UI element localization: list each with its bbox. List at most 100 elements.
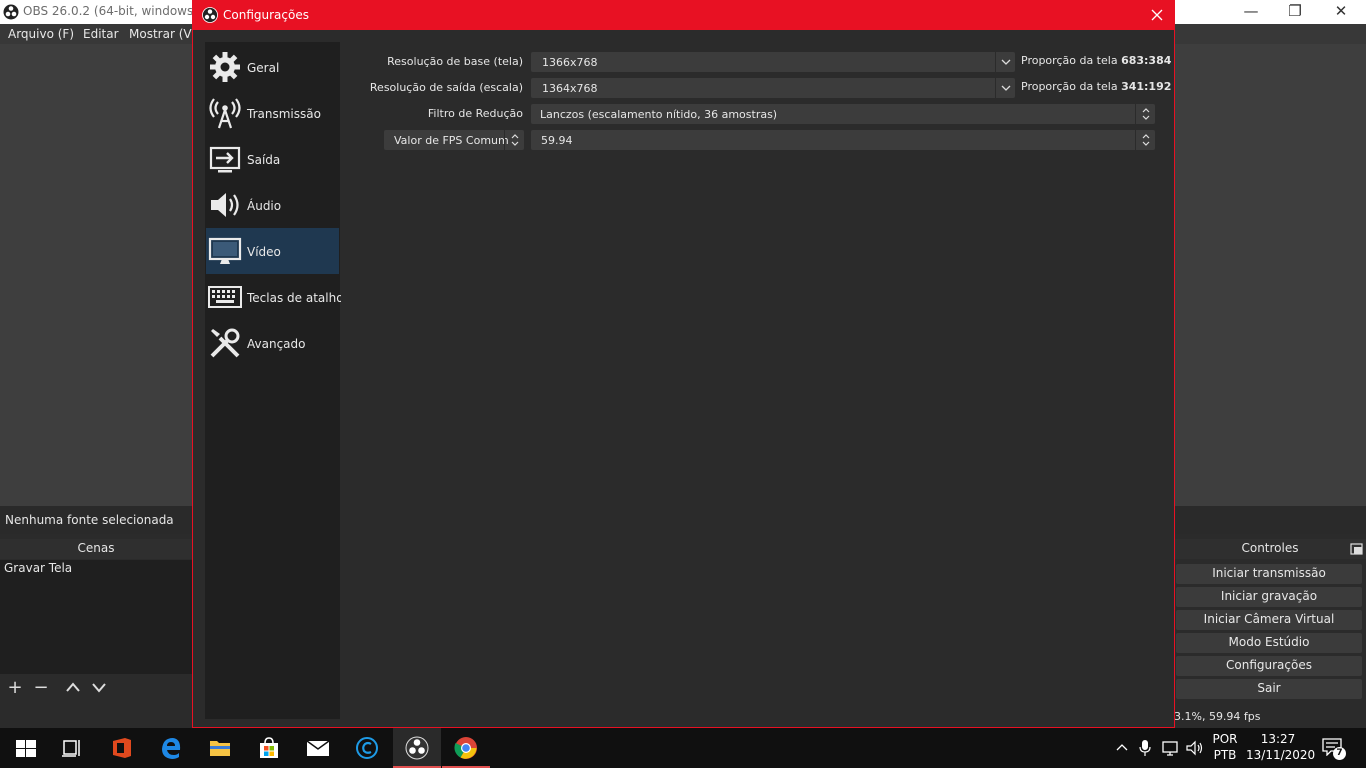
edge-icon (162, 738, 181, 759)
settings-sidebar: Geral Transmissão Saída Áudio Vídeo Tecl… (205, 42, 344, 719)
input-language[interactable]: POR PTB (1208, 732, 1242, 762)
nav-item-general[interactable]: Geral (206, 44, 339, 90)
chevron-down-icon (995, 52, 1015, 72)
nav-item-advanced[interactable]: Avançado (206, 320, 339, 366)
mail-icon (306, 740, 330, 756)
close-icon (1151, 9, 1163, 21)
window-close-button[interactable]: ✕ (1318, 0, 1364, 24)
chrome-icon (454, 737, 477, 759)
taskbar: POR PTB 13:27 13/11/2020 7 (0, 728, 1366, 768)
dock-float-icon[interactable] (1350, 543, 1363, 555)
scenes-toolbar: + − (0, 675, 192, 703)
volume-icon[interactable] (1186, 740, 1204, 756)
menu-view[interactable]: Mostrar (V) (129, 27, 196, 41)
microphone-icon[interactable] (1139, 740, 1151, 756)
exit-button[interactable]: Sair (1176, 679, 1362, 699)
action-center-button[interactable]: 7 (1322, 738, 1346, 760)
network-icon[interactable] (1162, 740, 1180, 756)
move-scene-up-button[interactable] (61, 678, 85, 700)
output-ratio-value: 341:192 (1121, 80, 1172, 93)
nav-label: Vídeo (247, 245, 281, 259)
taskbar-store[interactable] (245, 728, 293, 768)
controls-header-label: Controles (1241, 541, 1299, 555)
output-ratio-label: Proporção da tela (1021, 80, 1118, 93)
video-settings-panel: Resolução de base (tela) 1366x768 Propor… (341, 42, 1173, 722)
scenes-list: Gravar Tela (0, 560, 192, 674)
settings-dialog: Configurações Geral Transmissão Saída Áu… (192, 0, 1175, 728)
move-scene-down-button[interactable] (87, 678, 111, 700)
chevron-up-icon (66, 682, 80, 692)
fps-value-select[interactable]: 59.94 (531, 130, 1155, 150)
keyboard-icon (208, 286, 242, 308)
windows-icon (16, 740, 36, 757)
base-aspect-ratio: Proporção da tela 683:384 (1021, 54, 1171, 67)
fps-type-value: Valor de FPS Comum (394, 134, 509, 147)
taskbar-ccleaner[interactable] (343, 728, 391, 768)
monitor-icon (208, 237, 242, 264)
store-icon (260, 737, 278, 758)
studio-mode-button[interactable]: Modo Estúdio (1176, 633, 1362, 653)
downscale-filter-value: Lanczos (escalamento nítido, 36 amostras… (540, 108, 778, 121)
menu-file[interactable]: Arquivo (F) (8, 27, 74, 41)
start-recording-button[interactable]: Iniciar gravação (1176, 587, 1362, 607)
scenes-dock-header: Cenas (0, 539, 192, 559)
taskbar-obs[interactable] (393, 728, 441, 768)
output-resolution-select[interactable]: 1364x768 (531, 78, 1015, 98)
nav-label: Áudio (247, 199, 282, 213)
nav-label: Geral (247, 61, 280, 75)
nav-label: Saída (247, 153, 281, 167)
notification-count-badge: 7 (1333, 747, 1346, 760)
obs-app-icon (3, 4, 19, 20)
clock-date: 13/11/2020 (1246, 748, 1316, 762)
nav-label: Transmissão (247, 107, 321, 121)
taskbar-office[interactable] (98, 728, 146, 768)
start-button[interactable] (0, 728, 48, 768)
dialog-close-button[interactable] (1142, 0, 1172, 30)
base-resolution-label: Resolução de base (tela) (387, 55, 523, 68)
nav-label: Teclas de atalho (247, 291, 344, 305)
nav-item-hotkeys[interactable]: Teclas de atalho (206, 274, 344, 320)
settings-button[interactable]: Configurações (1176, 656, 1362, 676)
base-resolution-select[interactable]: 1366x768 (531, 52, 1015, 72)
obs-app-icon (202, 7, 218, 23)
nav-item-output[interactable]: Saída (206, 136, 339, 182)
base-ratio-label: Proporção da tela (1021, 54, 1118, 67)
tools-icon (210, 328, 240, 358)
clock-time: 13:27 (1260, 732, 1296, 746)
output-icon (209, 146, 241, 173)
start-streaming-button[interactable]: Iniciar transmissão (1176, 564, 1362, 584)
dialog-title-bar: Configurações (193, 0, 1174, 30)
obs-window-title: OBS 26.0.2 (64-bit, windows) - P (23, 4, 218, 18)
add-scene-button[interactable]: + (3, 678, 27, 700)
task-view-button[interactable] (48, 728, 96, 768)
downscale-filter-select[interactable]: Lanczos (escalamento nítido, 36 amostras… (531, 104, 1155, 124)
nav-label: Avançado (247, 337, 306, 351)
fps-value: 59.94 (541, 134, 573, 147)
taskbar-edge[interactable] (147, 728, 195, 768)
tray-expand-chevron-icon[interactable] (1116, 742, 1128, 752)
gear-icon (210, 52, 240, 82)
broadcast-icon (209, 98, 241, 129)
output-resolution-value: 1364x768 (542, 82, 598, 95)
minimize-button[interactable]: — (1228, 0, 1274, 24)
ccleaner-icon (356, 737, 378, 759)
taskbar-explorer[interactable] (196, 728, 244, 768)
taskbar-mail[interactable] (294, 728, 342, 768)
clock[interactable]: 13:27 13/11/2020 (1246, 732, 1316, 762)
taskbar-chrome[interactable] (442, 728, 490, 768)
task-view-icon (62, 740, 80, 757)
updown-arrows-icon (1135, 104, 1155, 124)
fps-type-select[interactable]: Valor de FPS Comum (384, 130, 524, 150)
nav-item-audio[interactable]: Áudio (206, 182, 339, 228)
menu-edit[interactable]: Editar (83, 27, 119, 41)
updown-arrows-icon (504, 130, 524, 150)
start-virtual-camera-button[interactable]: Iniciar Câmera Virtual (1176, 610, 1362, 630)
nav-item-video[interactable]: Vídeo (206, 228, 339, 274)
maximize-button[interactable]: ❐ (1272, 0, 1318, 24)
remove-scene-button[interactable]: − (29, 678, 53, 700)
chevron-down-icon (92, 683, 106, 693)
scene-item[interactable]: Gravar Tela (0, 560, 192, 578)
updown-arrows-icon (1135, 130, 1155, 150)
nav-item-stream[interactable]: Transmissão (206, 90, 339, 136)
folder-icon (210, 741, 230, 756)
